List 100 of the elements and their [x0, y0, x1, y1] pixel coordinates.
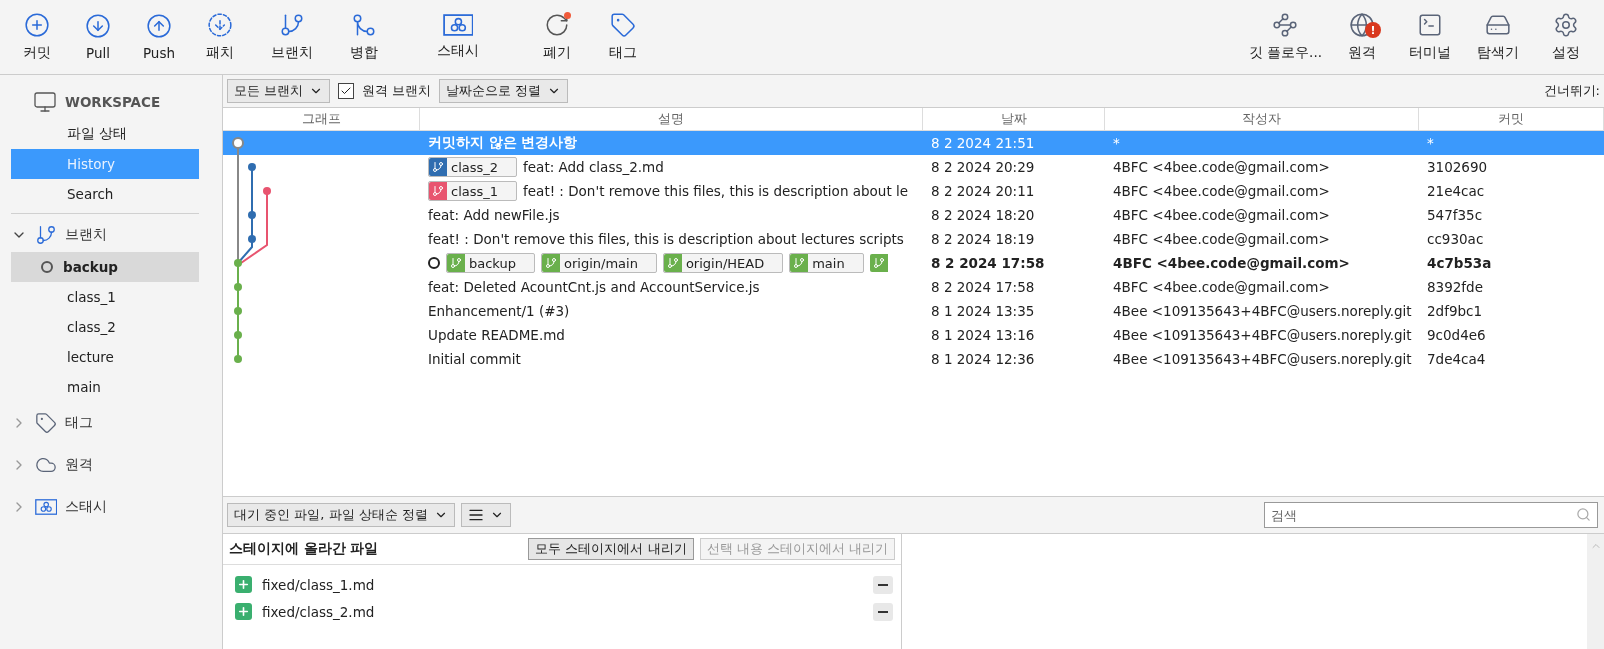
toolbar-button[interactable]: 커밋 — [6, 0, 68, 74]
toolbar-button[interactable]: 깃 플로우... — [1244, 0, 1326, 74]
scrollbar[interactable] — [1587, 534, 1604, 649]
pull-icon — [85, 13, 111, 39]
author-cell: 4BFC <4bee.code@gmail.com> — [1113, 207, 1330, 223]
date-cell: 8 2 2024 20:29 — [931, 159, 1035, 175]
checkbox-label: 원격 브랜치 — [362, 82, 432, 100]
file-sort-dropdown[interactable]: 대기 중인 파일, 파일 상태순 정렬 — [227, 503, 455, 527]
commit-message: feat: Add class_2.md — [523, 159, 664, 175]
branch-tag[interactable]: origin/HEAD — [662, 253, 784, 273]
commit-hash: 2df9bc1 — [1427, 303, 1483, 319]
commit-dot — [263, 187, 271, 195]
checkbox[interactable] — [338, 83, 355, 99]
commit-dot — [232, 137, 244, 149]
commit-dot — [248, 163, 256, 171]
tag-icon — [610, 12, 636, 38]
commit-row[interactable]: class_1 feat! : Don't remove this files, this is description about le 8 2 2024 20:11 4BFC <4bee.code@gmail.com> 21e4cac — [223, 179, 1604, 203]
commit-dot — [234, 259, 242, 267]
commit-message: feat: Add newFile.js — [428, 207, 560, 223]
branch-tag[interactable]: backup — [446, 253, 535, 273]
check-icon — [340, 85, 353, 97]
commit-dot — [234, 331, 242, 339]
file-name[interactable]: fixed/class_1.md — [262, 576, 863, 593]
commit-row[interactable]: feat: Deleted AcountCnt.js and AccountService.js 8 2 2024 17:58 4BFC <4bee.code@gmail.com> 8392fde — [223, 275, 1604, 299]
commit-row[interactable]: feat: Add newFile.js 8 2 2024 18:20 4BFC <4bee.code@gmail.com> 547f35c — [223, 203, 1604, 227]
toolbar-button[interactable]: 패치 — [190, 0, 250, 74]
branch-filter-dropdown[interactable]: 모든 브랜치 — [227, 79, 331, 103]
author-cell: 4BFC <4bee.code@gmail.com> — [1113, 159, 1330, 175]
stash-icon — [35, 499, 58, 515]
date-cell: 8 1 2024 13:16 — [931, 327, 1035, 343]
sidebar-item[interactable]: Search — [11, 179, 199, 209]
branch-item[interactable]: main — [11, 372, 199, 402]
commit-hash: * — [1427, 135, 1434, 151]
commit-icon — [24, 12, 50, 38]
commit-message: feat! : Don't remove this files, this is description about lectures scripts — [428, 231, 904, 247]
commit-message: feat: Deleted AcountCnt.js and AccountService.js — [428, 279, 760, 295]
toolbar-button[interactable]: 설정 — [1534, 0, 1598, 74]
branch-tag[interactable]: origin/main — [541, 253, 657, 273]
commit-hash: cc930ac — [1427, 231, 1484, 247]
toolbar-button[interactable]: 브랜치 — [250, 0, 334, 74]
toolbar-button[interactable]: 병합 — [334, 0, 394, 74]
branch-tag[interactable]: main — [789, 253, 864, 273]
toolbar-button[interactable]: Push — [128, 0, 190, 74]
toolbar-button[interactable]: 터미널 — [1398, 0, 1462, 74]
commit-row[interactable]: feat! : Don't remove this files, this is description about lectures scripts 8 2 2024 18:19 4BFC <4bee.code@gmail.com> cc930ac — [223, 227, 1604, 251]
commit-hash: 9c0d4e6 — [1427, 327, 1486, 343]
author-cell: 4BFC <4bee.code@gmail.com> — [1113, 279, 1330, 295]
branch-item[interactable]: class_1 — [11, 282, 199, 312]
branch-tag[interactable]: class_1 — [428, 181, 518, 201]
branch-tag[interactable] — [869, 254, 888, 272]
stash-icon — [442, 14, 474, 36]
discard-icon — [544, 12, 570, 38]
unstage-file-button[interactable] — [873, 575, 893, 594]
author-cell: 4Bee <109135643+4BFC@users.noreply.git — [1113, 351, 1412, 367]
author-cell: * — [1113, 135, 1120, 151]
branch-item[interactable]: backup — [11, 252, 199, 282]
commit-row[interactable]: class_2 feat: Add class_2.md 8 2 2024 20:29 4BFC <4bee.code@gmail.com> 3102690 — [223, 155, 1604, 179]
branch-item[interactable]: lecture — [11, 342, 199, 372]
toolbar-button[interactable]: ! 원격 — [1330, 0, 1394, 74]
date-cell: 8 2 2024 20:11 — [931, 183, 1035, 199]
toolbar-button[interactable]: 스태시 — [394, 0, 522, 74]
alert-badge: ! — [1365, 22, 1381, 38]
sidebar-group[interactable]: 태그 — [65, 414, 93, 432]
author-cell: 4BFC <4bee.code@gmail.com> — [1113, 255, 1350, 271]
commit-hash: 8392fde — [1427, 279, 1483, 295]
search-icon — [1576, 507, 1591, 522]
toolbar-button[interactable]: 태그 — [592, 0, 654, 74]
minus-icon — [878, 583, 888, 586]
commit-row[interactable]: Enhancement/1 (#3) 8 1 2024 13:35 4Bee <109135643+4BFC@users.noreply.git 2df9bc1 — [223, 299, 1604, 323]
author-cell: 4BFC <4bee.code@gmail.com> — [1113, 183, 1330, 199]
sidebar-item[interactable]: 파일 상태 — [11, 119, 199, 149]
search-field[interactable]: 검색 — [1264, 502, 1598, 528]
toolbar-button[interactable]: Pull — [68, 0, 128, 74]
unstage-button[interactable]: 모두 스테이지에서 내리기 — [528, 538, 694, 560]
view-dropdown[interactable] — [460, 503, 511, 527]
unstage-file-button[interactable] — [873, 602, 893, 621]
sort-dropdown[interactable]: 날짜순으로 정렬 — [439, 79, 569, 103]
commit-row[interactable]: Initial commit 8 1 2024 12:36 4Bee <109135643+4BFC@users.noreply.git 7de4ca4 — [223, 347, 1604, 371]
sidebar-group[interactable]: 브랜치 — [65, 226, 107, 244]
terminal-icon — [1417, 12, 1443, 38]
list-icon — [467, 507, 484, 523]
push-icon — [146, 13, 172, 39]
branch-tag[interactable]: class_2 — [428, 157, 518, 177]
toolbar-button[interactable]: 폐기 — [522, 0, 592, 74]
file-name[interactable]: fixed/class_2.md — [262, 603, 863, 620]
commit-row[interactable]: Update README.md 8 1 2024 13:16 4Bee <109135643+4BFC@users.noreply.git 9c0d4e6 — [223, 323, 1604, 347]
sidebar-group[interactable]: 스태시 — [65, 498, 108, 516]
minus-icon — [878, 610, 888, 613]
commit-row[interactable]: backup origin/main origin/HEAD main 8 2 2024 17:58 4BFC <4bee.code@gmail.com> 4c7b53a — [223, 251, 1604, 275]
sidebar-group[interactable]: 원격 — [65, 456, 93, 474]
date-cell: 8 2 2024 17:58 — [931, 279, 1035, 295]
branch-item[interactable]: class_2 — [11, 312, 199, 342]
monitor-icon — [33, 90, 57, 114]
current-branch-icon — [41, 261, 53, 273]
commit-dot — [248, 211, 256, 219]
date-cell: 8 1 2024 12:36 — [931, 351, 1035, 367]
toolbar-button[interactable]: 탐색기 — [1466, 0, 1530, 74]
commit-message: 커밋하지 않은 변경사항 — [428, 134, 578, 152]
patch-icon — [207, 12, 233, 38]
commit-dot — [234, 355, 242, 363]
